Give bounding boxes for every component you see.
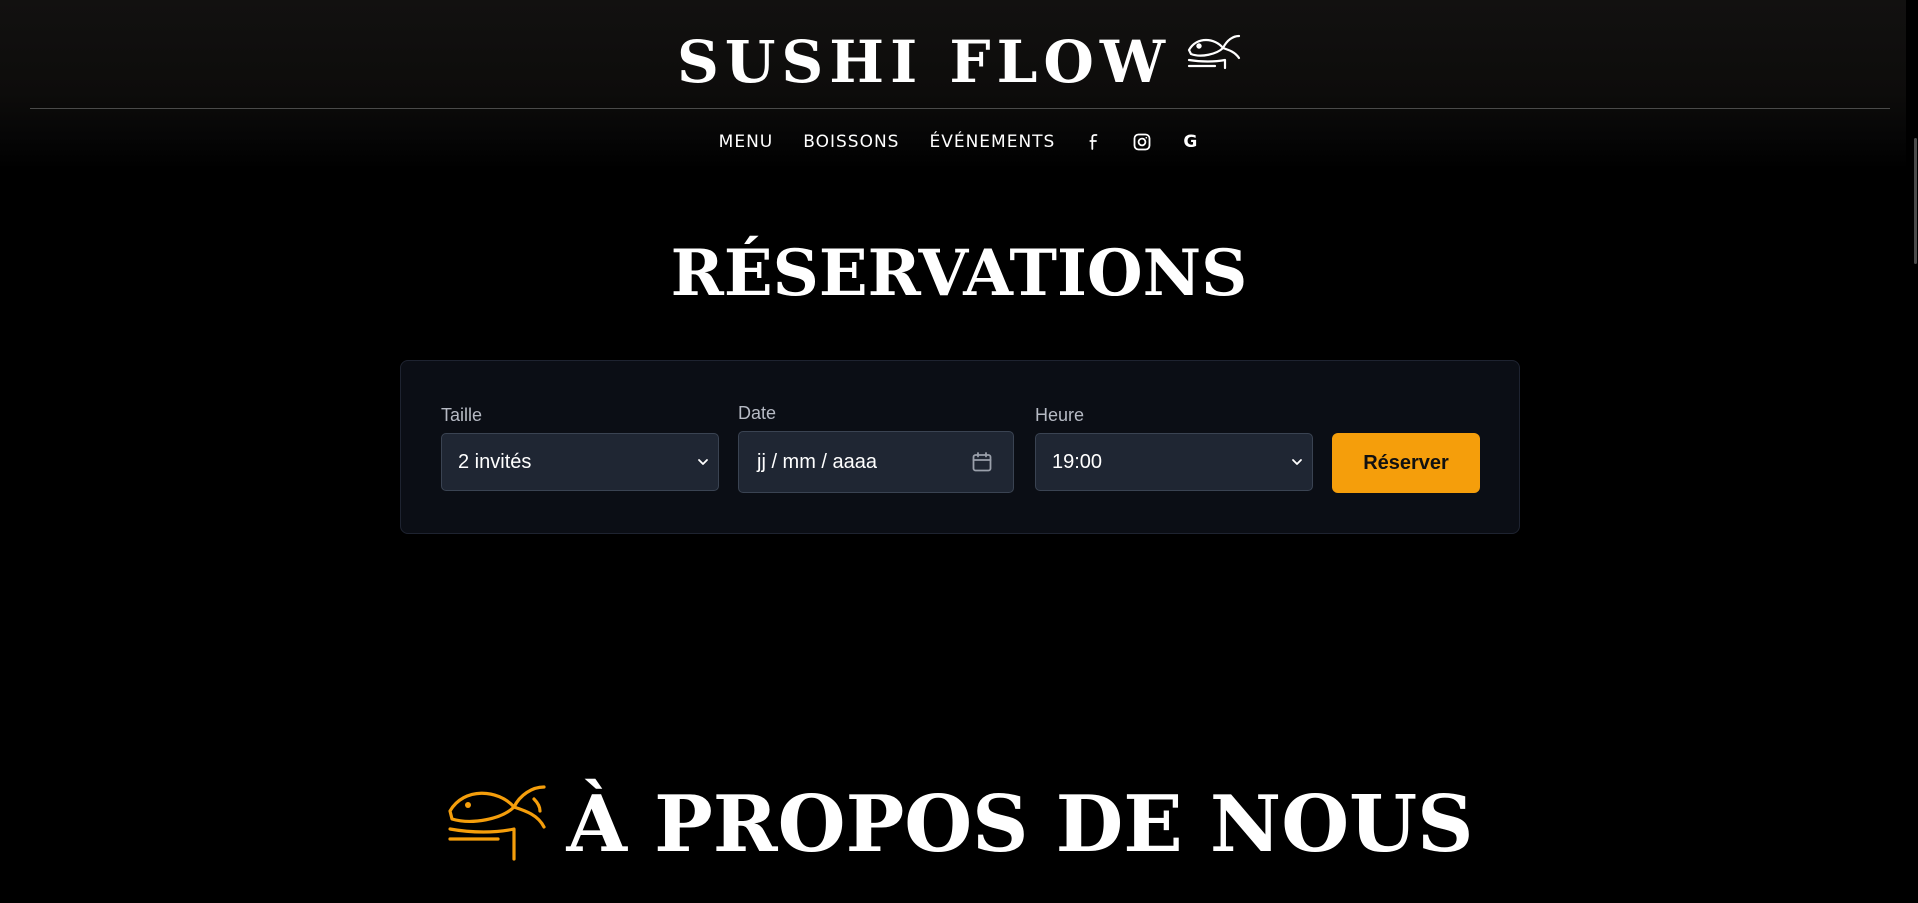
- chevron-down-icon: [1292, 459, 1302, 465]
- reservation-form: Taille 2 invités Date jj / mm / aaaa Heu…: [400, 360, 1520, 534]
- google-icon[interactable]: G: [1179, 131, 1201, 153]
- fish-icon: [1187, 34, 1241, 70]
- size-label: Taille: [441, 405, 483, 425]
- nav-link-boissons[interactable]: BOISSONS: [803, 133, 899, 151]
- nav-link-evenements[interactable]: ÉVÉNEMENTS: [929, 133, 1055, 151]
- nav-link-menu[interactable]: MENU: [719, 133, 774, 151]
- reserve-button[interactable]: Réserver: [1332, 433, 1480, 493]
- chevron-down-icon: [698, 459, 708, 465]
- party-size-select[interactable]: 2 invités: [441, 433, 719, 491]
- fish-icon: [448, 785, 547, 861]
- site-header: SUSHI FLOW MENU BOISSONS ÉVÉNEMENTS G: [0, 0, 1918, 170]
- date-input[interactable]: jj / mm / aaaa: [738, 431, 1014, 493]
- google-glyph: G: [1183, 132, 1198, 152]
- header-divider: [30, 108, 1890, 109]
- scrollbar[interactable]: [1906, 0, 1918, 903]
- facebook-icon[interactable]: [1083, 131, 1105, 153]
- time-value: 19:00: [1052, 450, 1103, 473]
- date-label: Date: [738, 403, 777, 423]
- reservations-title: RÉSERVATIONS: [670, 236, 1248, 311]
- time-label: Heure: [1035, 405, 1085, 425]
- about-title: À PROPOS DE NOUS: [566, 779, 1474, 870]
- party-size-value: 2 invités: [458, 450, 532, 473]
- main-nav: MENU BOISSONS ÉVÉNEMENTS G: [0, 128, 1918, 156]
- brand[interactable]: SUSHI FLOW: [0, 22, 1918, 102]
- calendar-icon[interactable]: [971, 451, 993, 473]
- about-section: À PROPOS DE NOUS: [0, 770, 1918, 880]
- page: SUSHI FLOW MENU BOISSONS ÉVÉNEMENTS G RÉ…: [0, 0, 1918, 903]
- brand-title[interactable]: SUSHI FLOW: [677, 33, 1171, 91]
- time-select[interactable]: 19:00: [1035, 433, 1313, 491]
- instagram-icon[interactable]: [1131, 131, 1153, 153]
- date-placeholder: jj / mm / aaaa: [757, 450, 878, 473]
